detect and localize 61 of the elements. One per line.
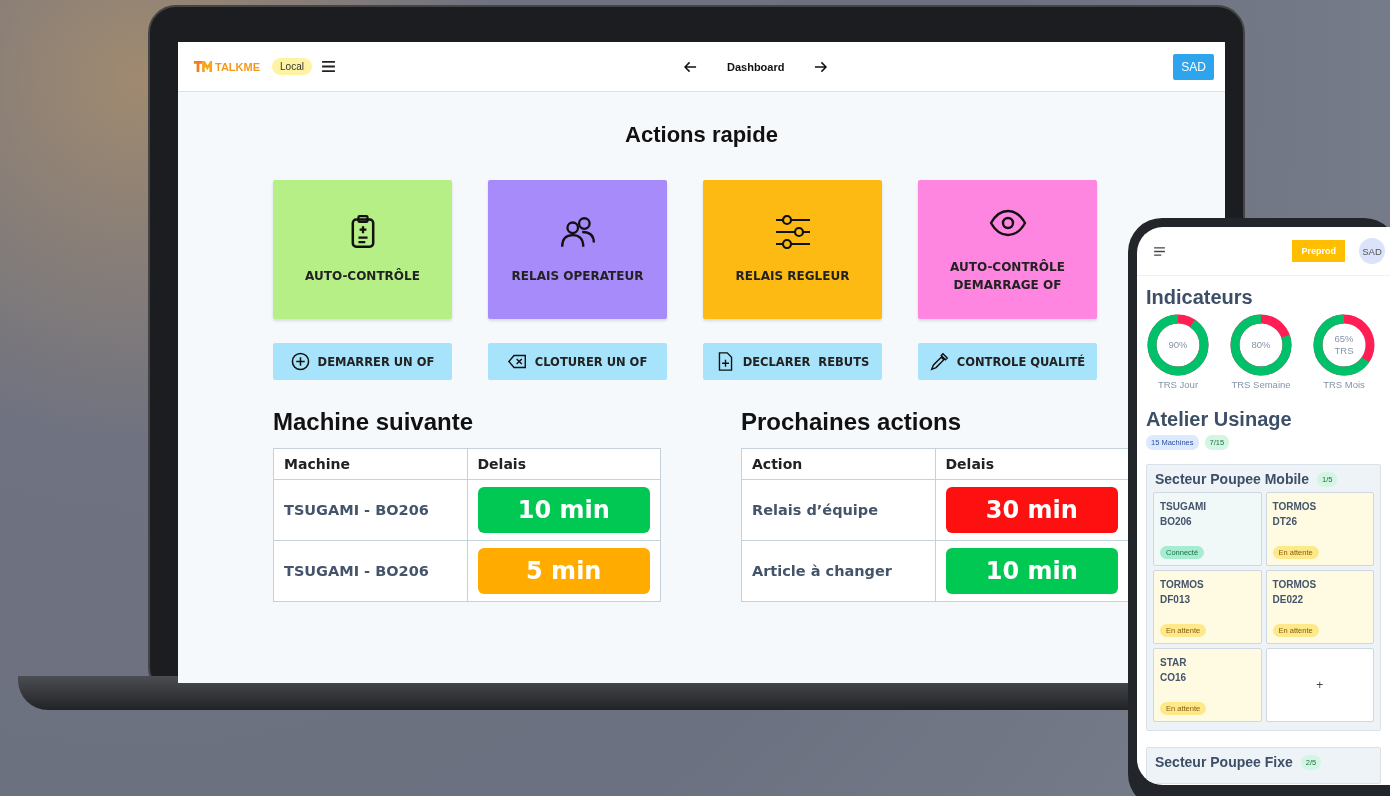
backspace-icon	[507, 352, 527, 371]
users-icon	[558, 214, 597, 249]
action-button[interactable]: CONTROLE QUALITÉ	[918, 343, 1097, 380]
sector-title: Secteur Poupee Mobile	[1155, 471, 1310, 487]
back-arrow-icon[interactable]	[684, 60, 697, 73]
delay-badge: 10 min	[477, 487, 650, 533]
workshop-title: Atelier Usinage	[1146, 408, 1293, 431]
table-cell: TSUGAMI - BO206	[273, 479, 467, 541]
action-button[interactable]: DECLARER REBUTS	[703, 343, 882, 380]
delay-badge: 5 min	[477, 548, 650, 594]
menu-icon[interactable]	[321, 61, 335, 72]
gauge-value: 80%	[1251, 339, 1271, 351]
machine-code: BO206	[1160, 515, 1192, 529]
gauge-label: TRS Semaine	[1231, 379, 1291, 390]
pipette-icon	[929, 352, 949, 371]
user-avatar[interactable]: SAD	[1359, 238, 1385, 264]
table-title: Prochaines actions	[741, 408, 963, 436]
sector-title: Secteur Poupee Fixe	[1155, 754, 1293, 770]
column-header: Action	[741, 448, 935, 480]
gauge-label: TRS Jour	[1157, 379, 1199, 390]
section-title: Actions rapide	[624, 122, 779, 148]
add-machine-button[interactable]: +	[1265, 648, 1374, 722]
gauge-value: 65% TRS	[1333, 333, 1355, 357]
column-header: Delais	[935, 448, 1129, 480]
donut-gauge	[1229, 313, 1293, 377]
logo-text: TALKME	[215, 60, 260, 73]
delay-badge: 30 min	[945, 487, 1118, 533]
machine-code: DT26	[1272, 515, 1297, 529]
donut-gauge	[1312, 313, 1376, 377]
machine-code: DF013	[1160, 593, 1190, 607]
action-button[interactable]: DEMARRER UN OF	[273, 343, 452, 380]
table-title: Machine suivante	[273, 408, 475, 436]
machine-brand: TORMOS	[1272, 500, 1317, 514]
machine-code: CO16	[1160, 671, 1187, 685]
page-title: Dashboard	[727, 60, 785, 73]
machine-code: DE022	[1272, 593, 1304, 607]
table-cell: TSUGAMI - BO206	[273, 540, 467, 602]
machine-brand: TSUGAMI	[1160, 500, 1207, 514]
delay-badge: 10 min	[945, 548, 1118, 594]
action-button[interactable]: CLOTURER UN OF	[488, 343, 667, 380]
donut-gauge	[1146, 313, 1210, 377]
action-tile[interactable]: RELAIS REGLEUR	[703, 180, 882, 319]
action-tile[interactable]: RELAIS OPERATEUR	[488, 180, 667, 319]
column-header: Delais	[467, 448, 661, 480]
action-tile[interactable]: AUTO-CONTRÔLE	[273, 180, 452, 319]
machine-brand: TORMOS	[1160, 578, 1204, 592]
table-cell: Relais d’équipe	[741, 479, 935, 541]
gauge-label: TRS Mois	[1323, 379, 1365, 390]
column-header: Machine	[273, 448, 467, 480]
menu-icon[interactable]	[1154, 246, 1165, 256]
machine-brand: STAR	[1160, 656, 1187, 670]
gauge-value: 90%	[1168, 339, 1188, 351]
action-tile[interactable]: AUTO-CONTRÔLE DEMARRAGE OF	[918, 180, 1097, 319]
table-cell: Article à changer	[741, 540, 935, 602]
plus-circle-icon	[290, 352, 310, 371]
sliders-icon	[773, 214, 812, 249]
forward-arrow-icon[interactable]	[814, 60, 828, 73]
section-title: Indicateurs	[1146, 286, 1254, 309]
environment-badge: Local	[272, 58, 312, 75]
machine-brand: TORMOS	[1272, 578, 1317, 592]
logo-icon	[193, 60, 213, 73]
